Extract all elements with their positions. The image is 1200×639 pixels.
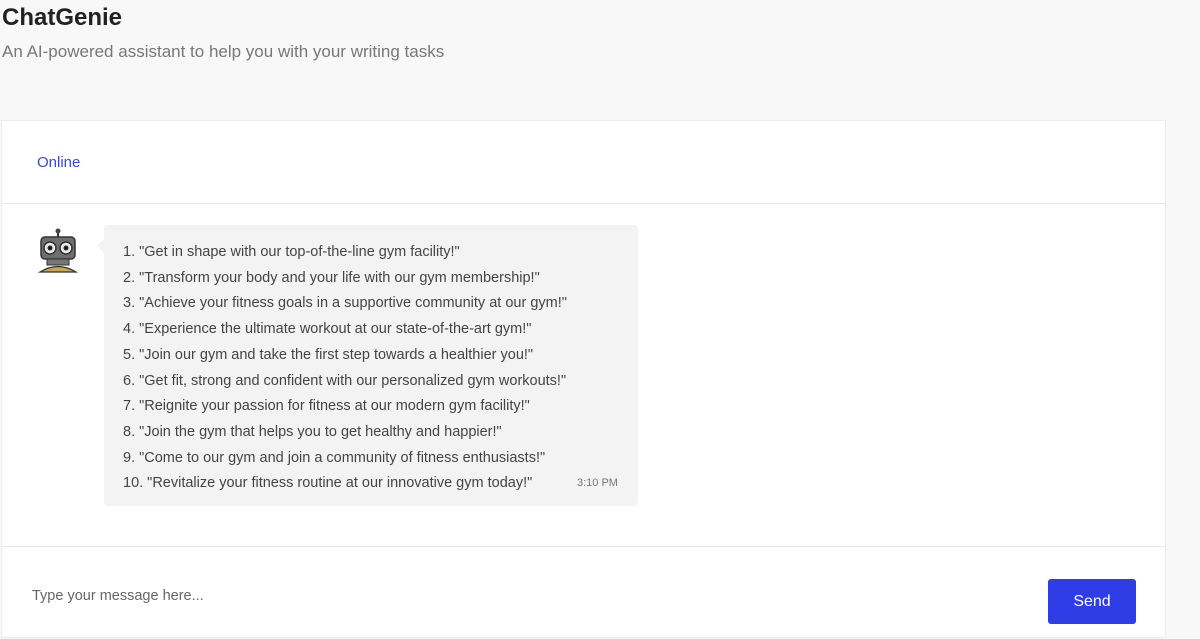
app-title: ChatGenie — [2, 4, 123, 31]
message-text: 1. "Get in shape with our top-of-the-lin… — [123, 240, 567, 497]
list-item: 9. "Come to our gym and join a community… — [123, 449, 546, 466]
robot-icon — [37, 228, 79, 274]
app-subtitle: An AI-powered assistant to help you with… — [2, 42, 445, 61]
list-item: 7. "Reignite your passion for fitness at… — [123, 398, 530, 415]
list-item: 8. "Join the gym that helps you to get h… — [123, 423, 502, 440]
bot-message-bubble: 1. "Get in shape with our top-of-the-lin… — [97, 225, 638, 506]
status-label: Online — [37, 154, 81, 171]
list-item: 6. "Get fit, strong and confident with o… — [123, 372, 567, 389]
list-item: 2. "Transform your body and your life wi… — [123, 269, 540, 286]
list-item: 3. "Achieve your fitness goals in a supp… — [123, 295, 567, 312]
message-timestamp: 3:10 PM — [577, 477, 618, 489]
list-item: 4. "Experience the ultimate workout at o… — [123, 321, 532, 338]
chat-header: Online — [2, 121, 1165, 204]
message-composer: Send — [2, 547, 1165, 639]
send-button[interactable]: Send — [1048, 579, 1136, 624]
list-item: 1. "Get in shape with our top-of-the-lin… — [123, 244, 460, 260]
message-input[interactable] — [20, 581, 732, 611]
chat-window: Online 1. "Get in shape with our top-of-… — [1, 120, 1166, 638]
message-list: 1. "Get in shape with our top-of-the-lin… — [2, 204, 1165, 547]
list-item: 10. "Revitalize your fitness routine at … — [123, 475, 533, 492]
list-item: 5. "Join our gym and take the first step… — [123, 346, 534, 363]
